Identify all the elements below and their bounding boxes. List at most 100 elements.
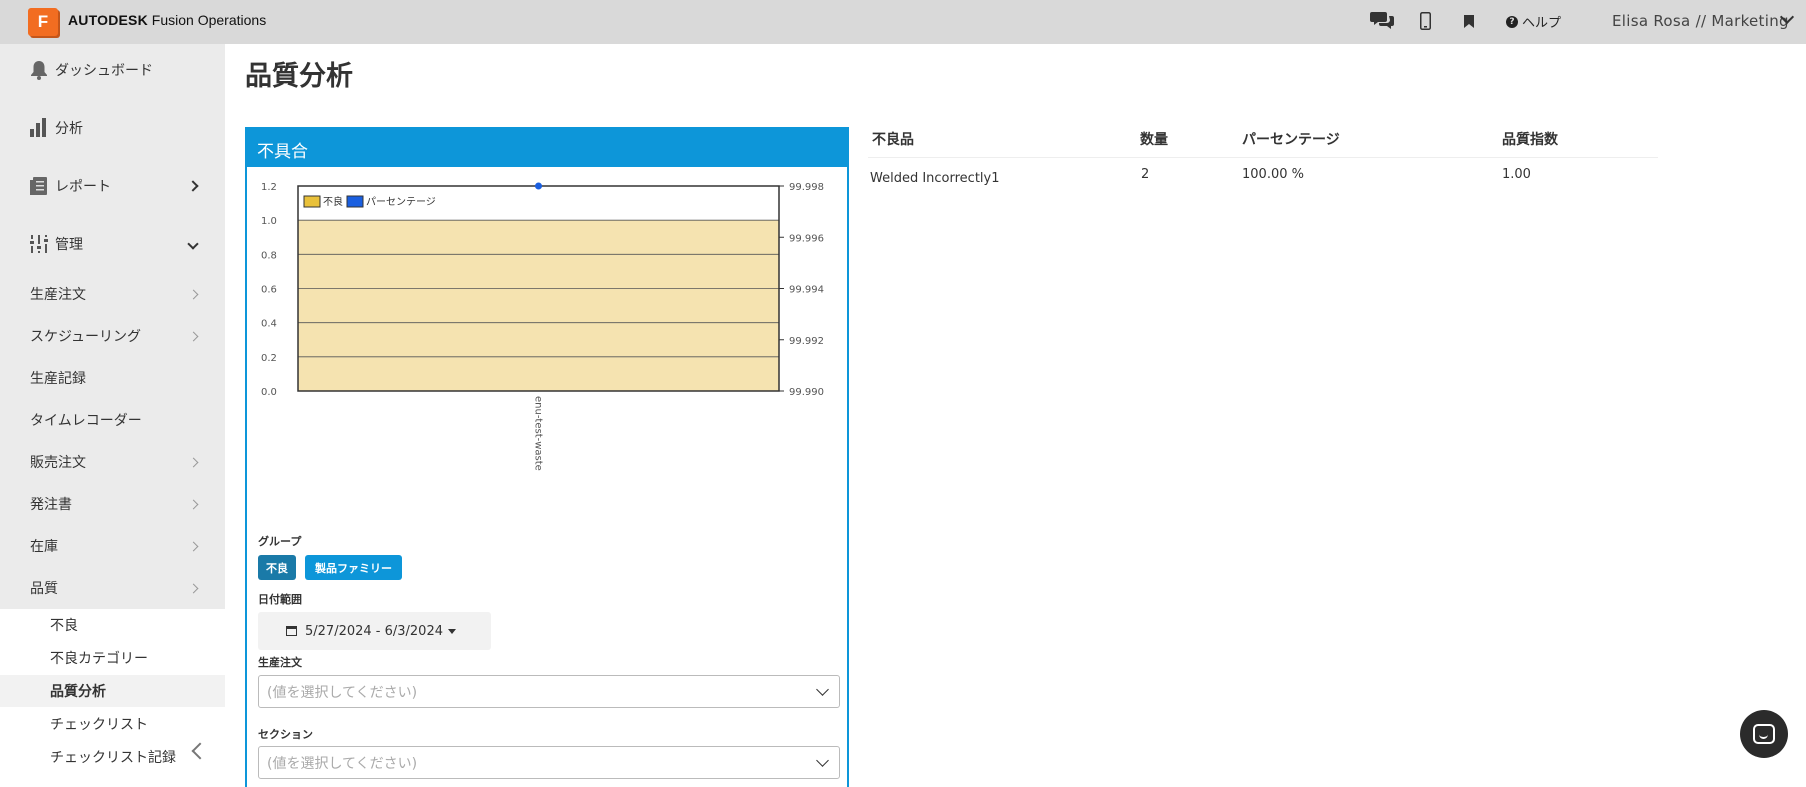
group-label: グループ xyxy=(258,535,302,548)
column-header[interactable]: 品質指数 xyxy=(1502,129,1558,149)
sidebar-item-time-recorder[interactable]: タイムレコーダー xyxy=(0,400,225,440)
sidebar-item-label: 分析 xyxy=(55,121,83,137)
sidebar-item-production-orders[interactable]: 生産注文 xyxy=(0,274,225,314)
submenu-item-label: チェックリスト xyxy=(50,717,148,733)
support-chat-button[interactable] xyxy=(1740,710,1788,758)
y-right-tick-label: 99.994 xyxy=(789,285,824,296)
y-right-tick-label: 99.996 xyxy=(789,233,824,244)
chevron-right-icon xyxy=(188,331,199,341)
submenu-item-label: 品質分析 xyxy=(50,684,106,700)
date-range-picker[interactable]: 5/27/2024 - 6/3/2024 xyxy=(258,612,491,650)
y-right-tick-label: 99.992 xyxy=(789,336,824,347)
sidebar-item-quality[interactable]: 品質 xyxy=(0,568,225,608)
chevron-right-icon xyxy=(188,289,199,299)
y-right-tick-label: 99.998 xyxy=(789,182,824,193)
sidebar-item-production-records[interactable]: 生産記録 xyxy=(0,358,225,398)
chat-bubble-icon xyxy=(1753,724,1775,744)
sidebar-item-dashboard[interactable]: ダッシュボード xyxy=(0,50,225,90)
legend-label: 不良 xyxy=(323,195,343,208)
sidebar-item-label: 在庫 xyxy=(30,539,58,555)
user-menu[interactable]: Elisa Rosa // Marketing xyxy=(1612,12,1789,30)
sidebar-item-reports[interactable]: レポート xyxy=(0,166,225,206)
sidebar-item-label: 発注書 xyxy=(30,497,72,513)
top-bar: F AUTODESK Fusion Operations ? ヘルプ Elisa… xyxy=(0,0,1806,44)
bar-chart-icon xyxy=(28,117,50,139)
y-left-tick-label: 0.6 xyxy=(261,285,277,296)
bell-icon xyxy=(28,59,50,81)
chevron-right-icon xyxy=(188,583,199,593)
submenu-item-defect-categories[interactable]: 不良カテゴリー xyxy=(0,642,225,674)
submenu-item-defects[interactable]: 不良 xyxy=(0,609,225,641)
y-left-tick-label: 0.4 xyxy=(261,319,277,330)
brand-rest: Fusion Operations xyxy=(147,12,267,28)
table-cell: 1.00 xyxy=(1502,167,1531,182)
submenu-item-label: チェックリスト記録 xyxy=(50,750,176,766)
chevron-right-icon xyxy=(188,499,199,509)
table-cell: Welded Incorrectly1 xyxy=(870,171,1000,186)
column-header[interactable]: 不良品 xyxy=(872,129,914,149)
sidebar-item-label: 管理 xyxy=(55,237,83,253)
mobile-icon[interactable] xyxy=(1420,12,1431,34)
section-label: セクション xyxy=(258,728,313,741)
percentage-point xyxy=(535,182,542,190)
y-right-tick-label: 99.990 xyxy=(789,387,824,398)
x-tick-label: enu-test-waste xyxy=(533,396,544,471)
sidebar-item-label: タイムレコーダー xyxy=(30,413,142,429)
submenu-item-checklist-records[interactable]: チェックリスト記録 xyxy=(0,741,225,773)
sidebar-item-scheduling[interactable]: スケジューリング xyxy=(0,316,225,356)
chevron-down-icon xyxy=(187,238,199,250)
group-button-defects[interactable]: 不良 xyxy=(258,555,296,580)
brand-bold: AUTODESK xyxy=(68,12,148,28)
column-header[interactable]: パーセンテージ xyxy=(1242,129,1340,149)
chart-svg: 1.2 1.0 0.8 0.6 0.4 0.2 0.0 99.998 99.996 99.994 9… xyxy=(261,182,824,471)
legend-swatch xyxy=(346,195,364,208)
header-divider xyxy=(868,157,1658,158)
sidebar-item-label: レポート xyxy=(55,179,111,195)
help-link[interactable]: ? ヘルプ xyxy=(1506,12,1561,31)
legend-swatch xyxy=(303,195,321,208)
date-range-value: 5/27/2024 - 6/3/2024 xyxy=(305,623,443,639)
legend-label: パーセンテージ xyxy=(366,196,436,208)
section-placeholder: (値を選択してください) xyxy=(267,755,418,772)
y-left-tick-label: 1.0 xyxy=(261,216,277,227)
chevron-right-icon xyxy=(187,180,199,192)
table-cell: 2 xyxy=(1141,167,1150,182)
submenu-item-label: 不良カテゴリー xyxy=(50,651,148,667)
table-cell: 100.00 % xyxy=(1242,167,1304,182)
sidebar-item-label: スケジューリング xyxy=(30,329,142,345)
sidebar-item-label: 品質 xyxy=(30,581,58,597)
sliders-icon xyxy=(28,233,50,255)
page-title: 品質分析 xyxy=(245,61,353,92)
sidebar-item-label: 生産記録 xyxy=(30,371,86,387)
production-order-placeholder: (値を選択してください) xyxy=(267,684,418,701)
column-header[interactable]: 数量 xyxy=(1140,129,1168,149)
help-label: ヘルプ xyxy=(1522,16,1562,31)
quality-submenu: 不良 不良カテゴリー 品質分析 チェックリスト チェックリスト記録 xyxy=(0,609,225,787)
submenu-item-quality-analysis[interactable]: 品質分析 xyxy=(0,675,225,707)
chevron-down-icon xyxy=(816,754,829,767)
section-select[interactable]: (値を選択してください) xyxy=(258,746,840,779)
bar xyxy=(298,220,779,391)
sidebar-item-inventory[interactable]: 在庫 xyxy=(0,526,225,566)
production-order-label: 生産注文 xyxy=(258,656,302,669)
sidebar-item-label: 生産注文 xyxy=(30,287,86,303)
sidebar-item-purchase-orders[interactable]: 発注書 xyxy=(0,484,225,524)
y-left-tick-label: 0.8 xyxy=(261,250,277,261)
panel-title: 不具合 xyxy=(247,129,847,167)
defects-panel: 不具合 1.2 1.0 0.8 0.6 0.4 0.2 0.0 99.998 99.996 99.… xyxy=(245,127,849,787)
chat-icon[interactable] xyxy=(1370,10,1394,34)
group-button-product-family[interactable]: 製品ファミリー xyxy=(305,555,402,580)
sidebar-item-sales-orders[interactable]: 販売注文 xyxy=(0,442,225,482)
y-left-tick-label: 0.0 xyxy=(261,387,277,398)
caret-down-icon xyxy=(448,628,456,634)
production-order-select[interactable]: (値を選択してください) xyxy=(258,675,840,708)
fusion-logo-icon[interactable]: F xyxy=(28,8,58,36)
sidebar-item-analysis[interactable]: 分析 xyxy=(0,108,225,148)
sidebar-item-admin[interactable]: 管理 xyxy=(0,224,225,264)
sidebar-item-label: 販売注文 xyxy=(30,455,86,471)
brand-name: AUTODESK Fusion Operations xyxy=(68,12,266,28)
bookmark-icon[interactable] xyxy=(1464,14,1474,32)
submenu-item-checklists[interactable]: チェックリスト xyxy=(0,708,225,740)
chevron-right-icon xyxy=(188,457,199,467)
report-icon xyxy=(28,175,50,197)
